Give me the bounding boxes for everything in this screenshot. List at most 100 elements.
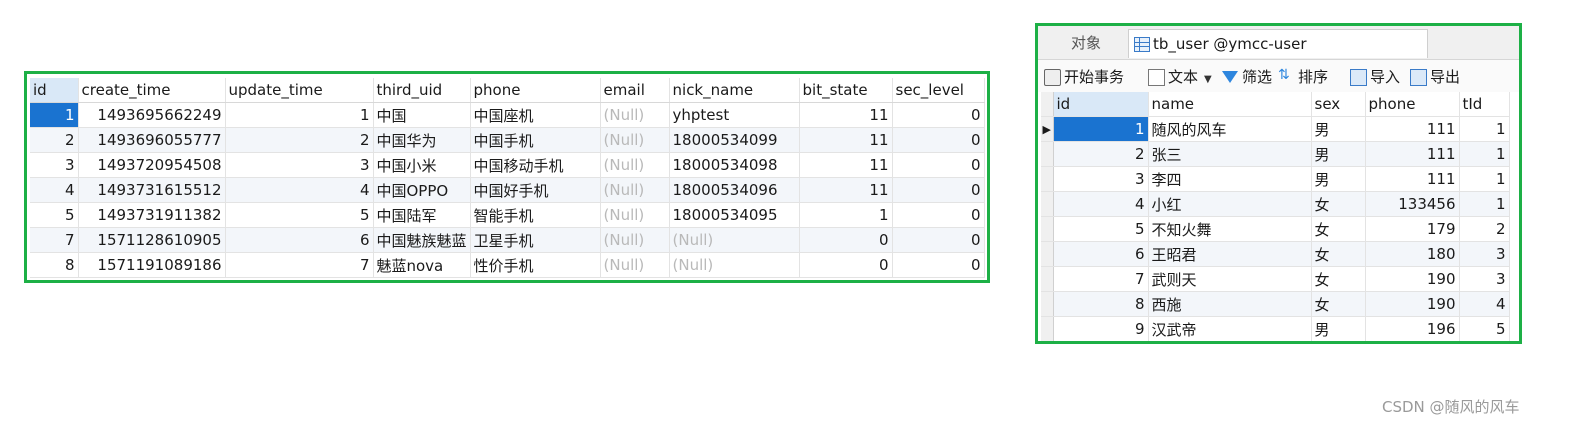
cell-phone[interactable]: 中国移动手机 <box>470 152 601 178</box>
col-header-create-time[interactable]: create_time <box>78 78 226 103</box>
text-button[interactable]: 文本 ▼ <box>1148 66 1212 88</box>
table-row[interactable]: ▶ 1 随风的风车 男 111 1 <box>1041 116 1510 142</box>
cell-email[interactable]: (Null) <box>600 127 670 153</box>
col-header-phone[interactable]: phone <box>470 78 601 103</box>
cell-phone[interactable]: 111 <box>1365 116 1460 142</box>
col-header-tid[interactable]: tId <box>1459 92 1510 117</box>
cell-bit-state[interactable]: 0 <box>799 227 893 253</box>
col-header-phone[interactable]: phone <box>1365 92 1460 117</box>
col-header-id[interactable]: id <box>1053 92 1149 117</box>
cell-update-time[interactable]: 4 <box>225 177 374 203</box>
cell-create-time[interactable]: 1493696055777 <box>78 127 226 153</box>
export-button[interactable]: 导出 <box>1410 66 1460 88</box>
cell-update-time[interactable]: 3 <box>225 152 374 178</box>
row-header[interactable] <box>1041 216 1054 242</box>
row-header[interactable] <box>1041 191 1054 217</box>
cell-id[interactable]: 1 <box>1053 116 1149 142</box>
cell-name[interactable]: 张三 <box>1148 141 1312 167</box>
cell-nick-name[interactable]: (Null) <box>669 227 800 253</box>
cell-tid[interactable]: 4 <box>1459 291 1510 317</box>
cell-email[interactable]: (Null) <box>600 177 670 203</box>
cell-phone[interactable]: 179 <box>1365 216 1460 242</box>
cell-name[interactable]: 不知火舞 <box>1148 216 1312 242</box>
cell-phone[interactable]: 性价手机 <box>470 252 601 278</box>
cell-create-time[interactable]: 1571128610905 <box>78 227 226 253</box>
cell-third-uid[interactable]: 中国华为 <box>373 127 471 153</box>
cell-phone[interactable]: 196 <box>1365 316 1460 341</box>
col-header-id[interactable]: id <box>30 78 79 103</box>
cell-sec-level[interactable]: 0 <box>892 202 985 228</box>
row-header[interactable] <box>1041 291 1054 317</box>
cell-phone[interactable]: 中国好手机 <box>470 177 601 203</box>
cell-tid[interactable]: 1 <box>1459 116 1510 142</box>
cell-name[interactable]: 西施 <box>1148 291 1312 317</box>
cell-sec-level[interactable]: 0 <box>892 102 985 128</box>
cell-email[interactable]: (Null) <box>600 202 670 228</box>
cell-sex[interactable]: 女 <box>1311 191 1366 217</box>
cell-sex[interactable]: 男 <box>1311 316 1366 341</box>
cell-tid[interactable]: 3 <box>1459 241 1510 267</box>
cell-id[interactable]: 8 <box>30 252 79 278</box>
cell-email[interactable]: (Null) <box>600 227 670 253</box>
cell-sex[interactable]: 女 <box>1311 266 1366 292</box>
cell-id[interactable]: 9 <box>1053 316 1149 341</box>
cell-id[interactable]: 1 <box>30 102 79 128</box>
cell-bit-state[interactable]: 0 <box>799 252 893 278</box>
cell-tid[interactable]: 1 <box>1459 141 1510 167</box>
cell-sex[interactable]: 男 <box>1311 166 1366 192</box>
table-row[interactable]: 3 1493720954508 3 中国小米 中国移动手机 (Null) 180… <box>30 152 985 178</box>
cell-phone[interactable]: 133456 <box>1365 191 1460 217</box>
cell-update-time[interactable]: 1 <box>225 102 374 128</box>
cell-phone[interactable]: 190 <box>1365 266 1460 292</box>
cell-id[interactable]: 5 <box>1053 216 1149 242</box>
cell-update-time[interactable]: 5 <box>225 202 374 228</box>
cell-update-time[interactable]: 6 <box>225 227 374 253</box>
cell-name[interactable]: 武则天 <box>1148 266 1312 292</box>
cell-phone[interactable]: 111 <box>1365 166 1460 192</box>
row-header[interactable] <box>1041 266 1054 292</box>
cell-id[interactable]: 4 <box>30 177 79 203</box>
cell-id[interactable]: 3 <box>30 152 79 178</box>
cell-update-time[interactable]: 2 <box>225 127 374 153</box>
table-row[interactable]: 2 1493696055777 2 中国华为 中国手机 (Null) 18000… <box>30 127 985 153</box>
cell-create-time[interactable]: 1571191089186 <box>78 252 226 278</box>
table-row[interactable]: 5 1493731911382 5 中国陆军 智能手机 (Null) 18000… <box>30 202 985 228</box>
tab-objects[interactable]: 对象 <box>1044 29 1128 58</box>
cell-nick-name[interactable]: yhptest <box>669 102 800 128</box>
cell-sex[interactable]: 女 <box>1311 291 1366 317</box>
cell-sec-level[interactable]: 0 <box>892 177 985 203</box>
cell-bit-state[interactable]: 11 <box>799 102 893 128</box>
cell-create-time[interactable]: 1493731615512 <box>78 177 226 203</box>
cell-id[interactable]: 5 <box>30 202 79 228</box>
table-row[interactable]: 5 不知火舞 女 179 2 <box>1041 216 1510 242</box>
cell-third-uid[interactable]: 魅蓝nova <box>373 252 471 278</box>
cell-name[interactable]: 汉武帝 <box>1148 316 1312 341</box>
cell-third-uid[interactable]: 中国小米 <box>373 152 471 178</box>
row-header[interactable] <box>1041 141 1054 167</box>
table-row[interactable]: 3 李四 男 111 1 <box>1041 166 1510 192</box>
col-header-email[interactable]: email <box>600 78 670 103</box>
cell-nick-name[interactable]: 18000534098 <box>669 152 800 178</box>
row-header[interactable] <box>1041 316 1054 341</box>
col-header-sec-level[interactable]: sec_level <box>892 78 985 103</box>
cell-create-time[interactable]: 1493720954508 <box>78 152 226 178</box>
cell-phone[interactable]: 卫星手机 <box>470 227 601 253</box>
cell-tid[interactable]: 5 <box>1459 316 1510 341</box>
cell-id[interactable]: 7 <box>1053 266 1149 292</box>
cell-sex[interactable]: 女 <box>1311 216 1366 242</box>
cell-sex[interactable]: 男 <box>1311 141 1366 167</box>
cell-tid[interactable]: 3 <box>1459 266 1510 292</box>
cell-sec-level[interactable]: 0 <box>892 252 985 278</box>
cell-email[interactable]: (Null) <box>600 152 670 178</box>
begin-transaction-button[interactable]: 开始事务 <box>1044 66 1124 88</box>
cell-third-uid[interactable]: 中国OPPO <box>373 177 471 203</box>
table-row[interactable]: 8 西施 女 190 4 <box>1041 291 1510 317</box>
table-row[interactable]: 7 1571128610905 6 中国魅族魅蓝 卫星手机 (Null) (Nu… <box>30 227 985 253</box>
table-row[interactable]: 9 汉武帝 男 196 5 <box>1041 316 1510 341</box>
cell-sec-level[interactable]: 0 <box>892 227 985 253</box>
cell-phone[interactable]: 180 <box>1365 241 1460 267</box>
cell-nick-name[interactable]: 18000534096 <box>669 177 800 203</box>
cell-nick-name[interactable]: (Null) <box>669 252 800 278</box>
table-row[interactable]: 2 张三 男 111 1 <box>1041 141 1510 167</box>
table-row[interactable]: 6 王昭君 女 180 3 <box>1041 241 1510 267</box>
